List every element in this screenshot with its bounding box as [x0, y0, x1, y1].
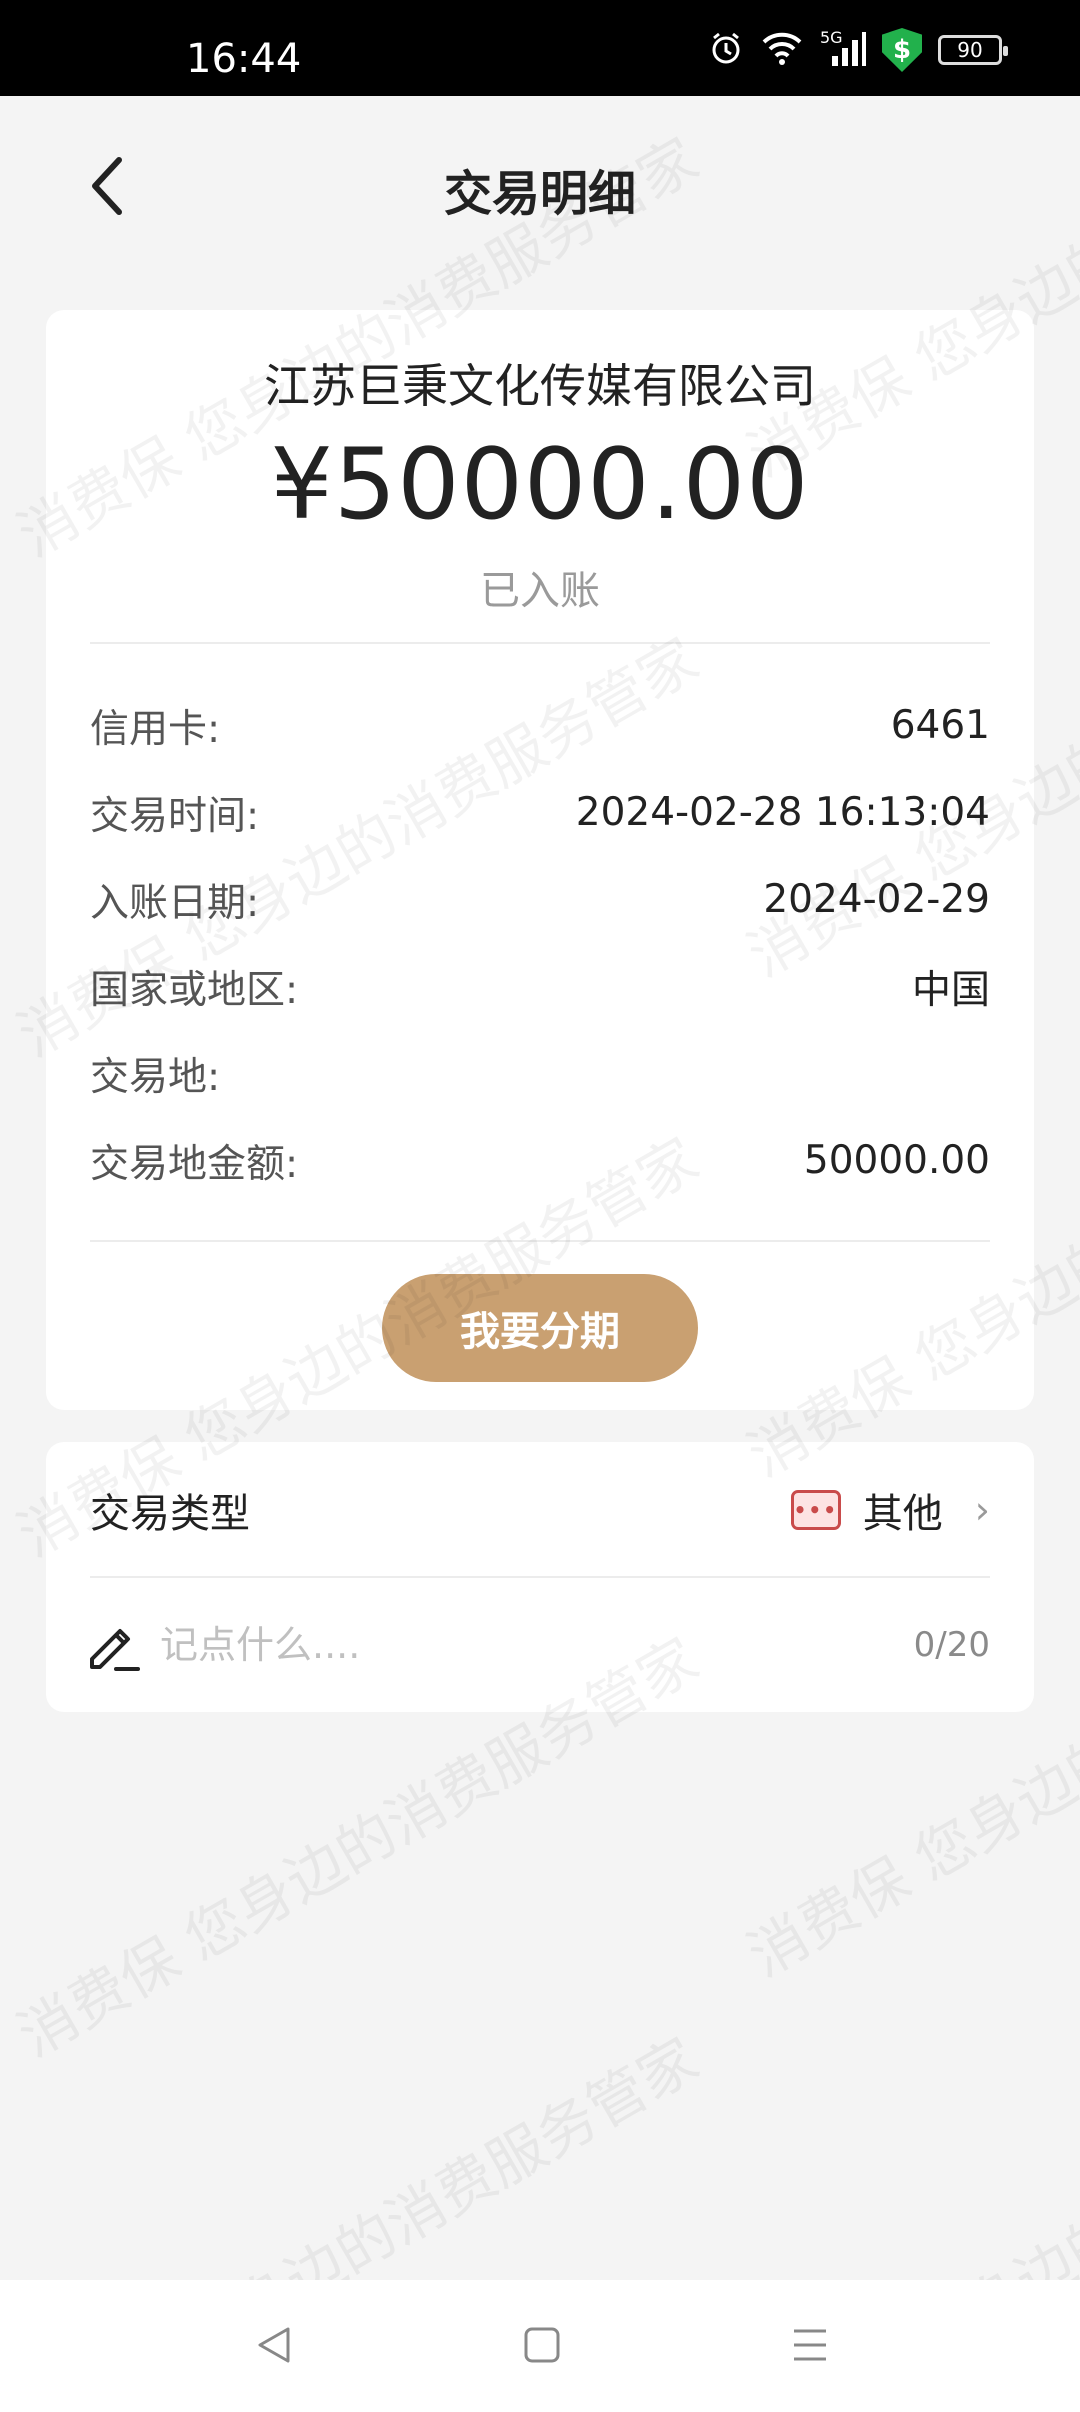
detail-label: 交易地: [90, 1054, 221, 1100]
wifi-icon [760, 30, 804, 70]
divider [90, 1240, 990, 1242]
page-title: 交易明细 [443, 166, 636, 222]
detail-value: 50000.00 [803, 1138, 990, 1183]
note-char-count: 0/20 [913, 1625, 990, 1665]
detail-label: 信用卡: [90, 706, 221, 752]
detail-label: 入账日期: [90, 880, 260, 926]
transaction-type-label: 交易类型 [90, 1491, 250, 1537]
merchant-name: 江苏巨秉文化传媒有限公司 [264, 359, 816, 413]
nav-back-button[interactable] [234, 2310, 314, 2380]
detail-row-time: 交易时间: 2024-02-28 16:13:04 [90, 769, 990, 856]
detail-list: 信用卡: 6461 交易时间: 2024-02-28 16:13:04 入账日期… [90, 682, 990, 1204]
status-icons: 5G $ 90 [708, 28, 1008, 72]
header: 交易明细 [0, 96, 1080, 272]
note-input[interactable] [160, 1623, 914, 1667]
nav-menu-button[interactable] [770, 2310, 850, 2380]
pencil-icon [90, 1629, 140, 1671]
detail-label: 交易地金额: [90, 1141, 299, 1187]
detail-row-posting-date: 入账日期: 2024-02-29 [90, 856, 990, 943]
installment-button[interactable]: 我要分期 [382, 1274, 698, 1382]
status-bar: 16:44 5G $ 90 [0, 0, 1080, 96]
transaction-type-card: 交易类型 ••• 其他 › 0/20 [46, 1442, 1034, 1712]
detail-row-card: 信用卡: 6461 [90, 682, 990, 769]
alarm-icon [708, 30, 744, 70]
detail-label: 交易时间: [90, 793, 260, 839]
nav-back-icon [258, 2327, 290, 2363]
navigation-bar [0, 2280, 1080, 2412]
detail-value: 中国 [911, 967, 990, 1013]
transaction-type-selector: ••• 其他 › [790, 1481, 990, 1539]
nav-menu-icon [794, 2329, 826, 2361]
detail-label: 国家或地区: [90, 967, 299, 1013]
nav-home-icon [524, 2327, 560, 2363]
note-row: 0/20 [82, 1578, 990, 1712]
transaction-status: 已入账 [480, 568, 600, 614]
transaction-type-row[interactable]: 交易类型 ••• 其他 › [90, 1442, 990, 1578]
detail-row-country: 国家或地区: 中国 [90, 943, 990, 1030]
nav-home-button[interactable] [502, 2310, 582, 2380]
transaction-type-value: 其他 [862, 1491, 943, 1537]
detail-row-location: 交易地: [90, 1030, 990, 1117]
detail-row-local-amount: 交易地金额: 50000.00 [90, 1117, 990, 1204]
transaction-card: 江苏巨秉文化传媒有限公司 ¥50000.00 已入账 信用卡: 6461 交易时… [46, 310, 1034, 1410]
battery-icon: 90 [938, 35, 1008, 65]
detail-value: 2024-02-28 16:13:04 [575, 790, 990, 835]
divider [90, 642, 990, 644]
security-shield-icon: $ [882, 28, 922, 72]
detail-value: 2024-02-29 [763, 877, 990, 922]
more-dots-icon: ••• [790, 1490, 841, 1530]
chevron-right-icon: › [974, 1488, 990, 1532]
status-time: 16:44 [186, 36, 302, 82]
detail-value: 6461 [890, 703, 990, 748]
transaction-amount: ¥50000.00 [270, 428, 810, 542]
signal-5g-icon: 5G [820, 28, 866, 68]
